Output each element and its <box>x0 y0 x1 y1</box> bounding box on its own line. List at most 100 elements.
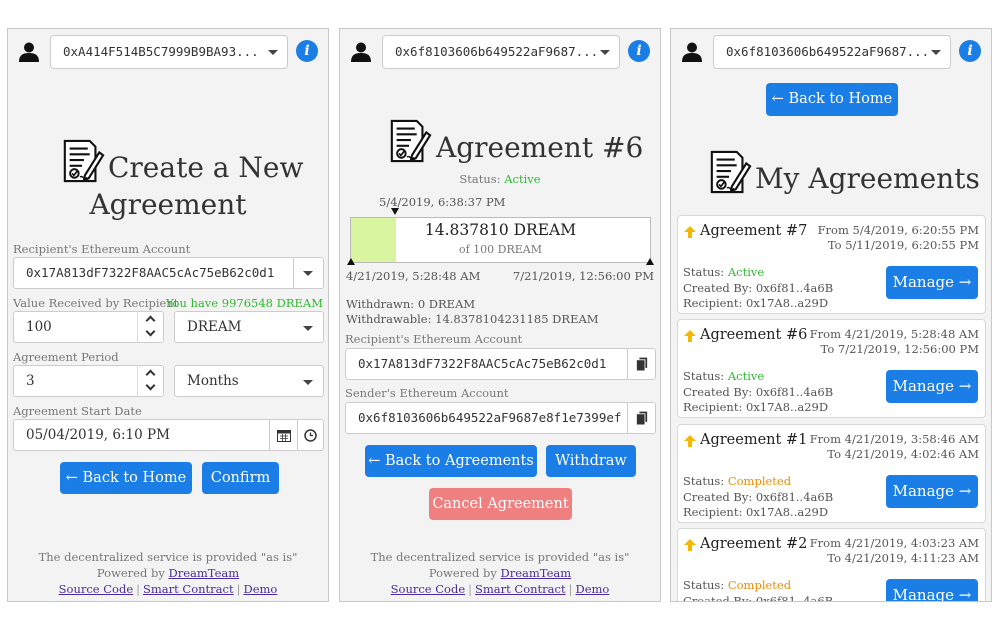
agreement-card[interactable]: Agreement #7 From 5/4/2019, 6:20:55 PM To … <box>677 215 986 314</box>
chevron-down-icon <box>303 326 313 331</box>
contract-icon <box>388 119 432 163</box>
manage-button[interactable]: Manage → <box>886 579 978 601</box>
recipient-value: 0x17A8..a29D <box>746 505 829 519</box>
period-input[interactable]: 3 <box>13 365 164 397</box>
smart-contract-link[interactable]: Smart Contract <box>143 582 234 596</box>
page-title-line2: Agreement <box>89 188 247 221</box>
amount-value: 14.837810 DREAM <box>424 221 577 239</box>
created-by-label: Created By: <box>683 384 753 399</box>
agreement-info: Status: Active Created By: 0x6f81..4a6B Re… <box>683 265 833 312</box>
account-select[interactable]: 0x6f8103606b649522aF9687... <box>713 35 951 69</box>
agreement-dates: From 5/4/2019, 6:20:55 PM To 5/11/2019, 6… <box>818 223 979 253</box>
agreement-card[interactable]: Agreement #1 From 4/21/2019, 3:58:46 AM To… <box>677 424 986 523</box>
start-date-label: Agreement Start Date <box>13 404 142 418</box>
source-code-link[interactable]: Source Code <box>59 582 134 596</box>
page-title-line1: Create a New <box>108 151 304 184</box>
status-badge: Completed <box>727 578 792 592</box>
footer-separator: | <box>236 582 241 596</box>
recipient-value: 0x17A8..a29D <box>746 296 829 310</box>
value-stepper[interactable] <box>137 312 163 342</box>
account-select[interactable]: 0x6f8103606b649522aF9687... <box>382 35 620 69</box>
start-date-input[interactable]: 05/04/2019, 6:10 PM <box>13 419 324 451</box>
arrow-up-icon <box>684 330 696 342</box>
agreement-from: From 4/21/2019, 3:58:46 AM <box>809 432 979 446</box>
smart-contract-link[interactable]: Smart Contract <box>475 582 566 596</box>
chevron-down-icon <box>931 50 941 55</box>
withdrawable-label: Withdrawable: <box>346 312 432 326</box>
account-select[interactable]: 0xA414F514B5C7999B9BA93... <box>50 35 288 69</box>
copy-sender-button[interactable] <box>627 403 655 433</box>
footer-disclaimer: The decentralized service is provided "a… <box>38 550 298 564</box>
user-icon <box>681 41 703 63</box>
status-badge: Active <box>727 369 765 383</box>
team-link[interactable]: DreamTeam <box>501 566 572 580</box>
copy-icon <box>636 411 648 426</box>
current-time: 5/4/2019, 6:38:37 PM <box>379 195 506 209</box>
source-code-link[interactable]: Source Code <box>391 582 466 596</box>
value-input[interactable]: 100 <box>13 311 164 343</box>
user-icon <box>18 41 40 63</box>
chevron-down-icon <box>303 380 313 385</box>
agreement-from: From 4/21/2019, 4:03:23 AM <box>809 536 979 550</box>
recipient-label: Recipient: <box>683 400 743 414</box>
sender-field[interactable]: 0x6f8103606b649522aF9687e8f1e7399ef <box>345 402 656 434</box>
stepper-up-icon <box>145 315 156 326</box>
agreement-info: Status: Completed Created By: 0x6f81..4a6… <box>683 474 833 521</box>
withdraw-info: Withdrawn: 0 DREAM Withdrawable: 14.8378… <box>346 297 599 327</box>
my-agreements-screen: 0x6f8103606b649522aF9687... i ← Back to … <box>670 28 992 602</box>
agreement-title: Agreement #2 <box>700 536 808 552</box>
manage-button[interactable]: Manage → <box>886 370 978 403</box>
agreement-info: Status: Completed Created By: 0x6f81..4a6… <box>683 578 833 601</box>
time-button[interactable] <box>297 420 323 450</box>
info-icon[interactable]: i <box>296 40 318 62</box>
cancel-agreement-button[interactable]: Cancel Agreement <box>429 488 572 520</box>
agreement-dates: From 4/21/2019, 5:28:48 AM To 7/21/2019, … <box>810 327 979 357</box>
info-icon[interactable]: i <box>628 40 650 62</box>
agreement-to: To 4/21/2019, 4:02:46 AM <box>827 447 979 461</box>
agreement-from: From 4/21/2019, 5:28:48 AM <box>809 327 979 341</box>
created-by-value: 0x6f81..4a6B <box>755 489 834 504</box>
agreement-card[interactable]: Agreement #6 From 4/21/2019, 5:28:48 AM To… <box>677 319 986 418</box>
info-icon[interactable]: i <box>959 40 981 62</box>
agreement-card[interactable]: Agreement #2 From 4/21/2019, 4:03:23 AM To… <box>677 528 986 601</box>
footer-separator: | <box>468 582 473 596</box>
demo-link[interactable]: Demo <box>243 582 277 596</box>
period-unit-select[interactable]: Months <box>174 365 324 397</box>
calendar-button[interactable] <box>269 420 297 450</box>
page-title: Agreement #6 <box>436 131 644 164</box>
agreement-dates: From 4/21/2019, 4:03:23 AM To 4/21/2019, … <box>810 536 979 566</box>
manage-button[interactable]: Manage → <box>886 475 978 508</box>
progress-bar: 14.837810 DREAM of 100 DREAM <box>350 217 651 263</box>
created-by-label: Created By: <box>683 280 753 295</box>
recipient-label: Recipient's Ethereum Account <box>13 242 191 256</box>
back-to-home-button[interactable]: ← Back to Home <box>766 83 898 116</box>
value-label: Value Received by Recipient <box>13 296 179 310</box>
agreement-title: Agreement #6 <box>700 327 808 343</box>
stepper-down-icon <box>145 380 156 391</box>
recipient-value: 0x17A8..a29D <box>746 400 829 414</box>
manage-button[interactable]: Manage → <box>886 266 978 299</box>
recipient-dropdown[interactable] <box>293 258 323 288</box>
token-select[interactable]: DREAM <box>174 311 324 343</box>
page-title: My Agreements <box>755 162 980 195</box>
status-label: Status: <box>683 474 725 488</box>
period-stepper[interactable] <box>137 366 163 396</box>
team-link[interactable]: DreamTeam <box>169 566 240 580</box>
recipient-input[interactable]: 0x17A813dF7322F8AAC5cAc75eB62c0d1 <box>13 257 324 289</box>
copy-icon <box>636 357 648 372</box>
confirm-button[interactable]: Confirm <box>202 462 279 494</box>
recipient-field[interactable]: 0x17A813dF7322F8AAC5cAc75eB62c0d1 <box>345 348 656 380</box>
agreement-dates: From 4/21/2019, 3:58:46 AM To 4/21/2019, … <box>810 432 979 462</box>
status-label: Status: <box>683 265 725 279</box>
demo-link[interactable]: Demo <box>575 582 609 596</box>
back-to-agreements-button[interactable]: ← Back to Agreements <box>365 445 537 477</box>
contract-icon <box>708 150 752 194</box>
agreement-title: Agreement #1 <box>700 432 808 448</box>
create-agreement-screen: 0xA414F514B5C7999B9BA93... i Create a Ne… <box>7 28 329 602</box>
account-address: 0xA414F514B5C7999B9BA93... <box>63 44 259 59</box>
agreement-to: To 5/11/2019, 6:20:55 PM <box>827 238 979 252</box>
chevron-down-icon <box>600 50 610 55</box>
withdraw-button[interactable]: Withdraw <box>546 445 636 477</box>
copy-recipient-button[interactable] <box>627 349 655 379</box>
back-to-home-button[interactable]: ← Back to Home <box>60 462 192 494</box>
